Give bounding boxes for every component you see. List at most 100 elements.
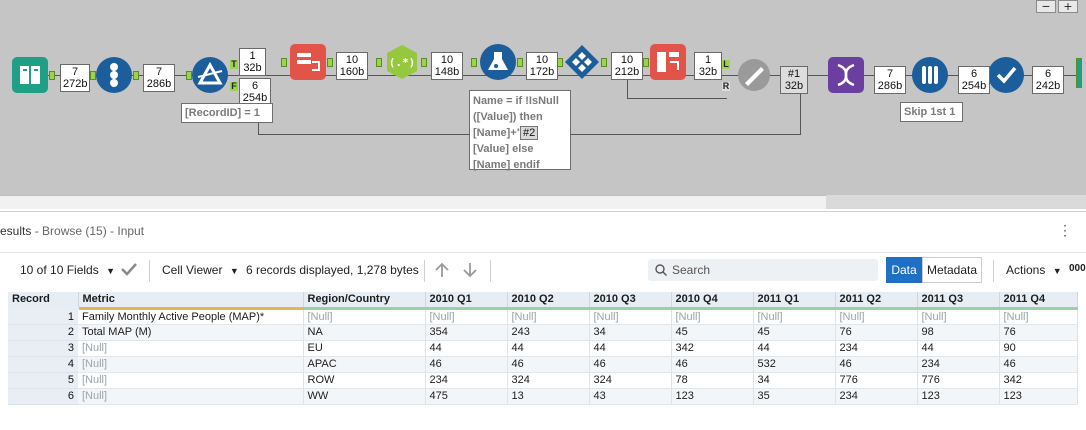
zoom-out-button[interactable]: − [1036, 0, 1056, 13]
table-cell[interactable]: 123 [999, 388, 1078, 405]
column-header-2011q1[interactable]: 2011 Q1 [753, 292, 836, 310]
zoom-in-button[interactable]: + [1058, 0, 1078, 13]
column-header-2011q3[interactable]: 2011 Q3 [917, 292, 1000, 310]
table-cell[interactable]: Family Monthly Active People (MAP)* [78, 308, 304, 325]
table-cell[interactable]: 46 [835, 356, 918, 373]
table-cell[interactable]: 76 [999, 324, 1078, 341]
workflow-canvas[interactable]: − + (.*) T F L R 7 272b 7 286b 1 32b 6 2… [0, 0, 1086, 209]
input-anchor[interactable] [376, 58, 382, 67]
arrow-up-icon[interactable] [434, 261, 450, 282]
table-cell[interactable]: 776 [917, 372, 1000, 389]
formula-icon[interactable] [480, 44, 516, 80]
column-header-2010q2[interactable]: 2010 Q2 [507, 292, 590, 310]
column-header-2011q4[interactable]: 2011 Q4 [999, 292, 1078, 310]
column-header-2010q4[interactable]: 2010 Q4 [671, 292, 754, 310]
table-cell[interactable]: 46 [507, 356, 590, 373]
table-cell[interactable]: 76 [835, 324, 918, 341]
table-cell[interactable]: 243 [507, 324, 590, 341]
table-cell[interactable]: [Null] [999, 308, 1078, 325]
actions-dropdown[interactable]: Actions ▼ [1006, 263, 1062, 277]
column-header-record[interactable]: Record [8, 292, 79, 310]
table-cell[interactable]: 234 [835, 340, 918, 357]
record-number-cell[interactable]: 5 [8, 372, 78, 389]
regex-icon[interactable]: (.*) [384, 44, 420, 80]
dynamic-rename-icon[interactable] [736, 57, 772, 93]
right-anchor-label[interactable]: R [722, 82, 730, 91]
record-number-cell[interactable]: 2 [8, 324, 78, 341]
table-cell[interactable]: 234 [425, 372, 508, 389]
column-header-2010q1[interactable]: 2010 Q1 [425, 292, 508, 310]
table-row[interactable]: 5 [Null] ROW 234 324 324 78 34 776 776 342 [8, 372, 1078, 389]
output-anchor[interactable] [327, 58, 333, 67]
output-anchor[interactable] [601, 58, 607, 67]
record-id-icon[interactable] [96, 57, 132, 93]
fields-dropdown[interactable]: 10 of 10 Fields ▼ [20, 263, 115, 277]
sample-icon[interactable] [912, 57, 948, 93]
table-cell[interactable]: 342 [999, 372, 1078, 389]
table-cell[interactable]: 34 [589, 324, 672, 341]
table-cell[interactable]: [Null] [78, 372, 304, 389]
left-anchor-label[interactable]: L [722, 60, 730, 69]
input-anchor[interactable] [281, 58, 287, 67]
table-cell[interactable]: 34 [753, 372, 836, 389]
table-cell[interactable]: WW [303, 388, 426, 405]
output-anchor[interactable] [133, 71, 139, 80]
table-cell[interactable]: ROW [303, 372, 426, 389]
table-cell[interactable]: 45 [753, 324, 836, 341]
table-cell[interactable]: [Null] [78, 356, 304, 373]
table-cell[interactable]: [Null] [78, 340, 304, 357]
table-cell[interactable]: 44 [917, 340, 1000, 357]
transpose-icon[interactable] [828, 57, 864, 93]
cross-tab-icon[interactable] [650, 44, 686, 80]
table-row[interactable]: 1 Family Monthly Active People (MAP)* [Nul… [8, 308, 1078, 325]
table-cell[interactable]: 45 [671, 324, 754, 341]
column-header-2010q3[interactable]: 2010 Q3 [589, 292, 672, 310]
table-cell[interactable]: 46 [671, 356, 754, 373]
table-cell[interactable]: 44 [507, 340, 590, 357]
table-cell[interactable]: [Null] [917, 308, 1000, 325]
tab-metadata[interactable]: Metadata [922, 257, 982, 283]
record-number-cell[interactable]: 3 [8, 340, 78, 357]
input-data-book-icon[interactable] [12, 57, 48, 93]
table-cell[interactable]: 475 [425, 388, 508, 405]
table-cell[interactable]: 46 [425, 356, 508, 373]
record-number-cell[interactable]: 4 [8, 356, 78, 373]
table-cell[interactable]: 98 [917, 324, 1000, 341]
search-input[interactable]: Search [648, 259, 878, 281]
arrow-down-icon[interactable] [462, 261, 478, 282]
check-icon[interactable] [120, 260, 138, 281]
tab-data[interactable]: Data [886, 257, 922, 283]
table-cell[interactable]: [Null] [835, 308, 918, 325]
table-cell[interactable]: 43 [589, 388, 672, 405]
table-cell[interactable]: 90 [999, 340, 1078, 357]
table-row[interactable]: 2 Total MAP (M) NA 354 243 34 45 45 76 98 76 [8, 324, 1078, 341]
table-cell[interactable]: [Null] [753, 308, 836, 325]
cell-viewer-dropdown[interactable]: Cell Viewer ▼ [162, 263, 239, 277]
table-cell[interactable]: [Null] [589, 308, 672, 325]
canvas-horizontal-scrollbar[interactable] [0, 195, 826, 209]
input-anchor[interactable] [90, 71, 96, 80]
table-row[interactable]: 6 [Null] WW 475 13 43 123 35 234 123 123 [8, 388, 1078, 405]
table-cell[interactable]: 532 [753, 356, 836, 373]
record-number-cell[interactable]: 6 [8, 388, 78, 405]
false-anchor-label[interactable]: F [230, 82, 238, 91]
table-cell[interactable]: 324 [589, 372, 672, 389]
table-cell[interactable]: EU [303, 340, 426, 357]
table-cell[interactable]: [Null] [303, 308, 426, 325]
table-cell[interactable]: 342 [671, 340, 754, 357]
input-anchor[interactable] [471, 58, 477, 67]
table-row[interactable]: 3 [Null] EU 44 44 44 342 44 234 44 90 [8, 340, 1078, 357]
output-anchor[interactable] [421, 58, 427, 67]
output-anchor[interactable] [517, 58, 523, 67]
table-cell[interactable]: 234 [917, 356, 1000, 373]
table-cell[interactable]: 13 [507, 388, 590, 405]
column-header-metric[interactable]: Metric [78, 292, 304, 310]
input-anchor[interactable] [186, 71, 192, 80]
table-cell[interactable]: 776 [835, 372, 918, 389]
multi-row-icon[interactable] [564, 44, 600, 80]
table-cell[interactable]: 78 [671, 372, 754, 389]
column-header-region[interactable]: Region/Country [303, 292, 426, 310]
record-number-cell[interactable]: 1 [8, 308, 78, 325]
more-options-icon[interactable]: ⋮ [1058, 222, 1072, 239]
table-row[interactable]: 4 [Null] APAC 46 46 46 46 532 46 234 46 [8, 356, 1078, 373]
